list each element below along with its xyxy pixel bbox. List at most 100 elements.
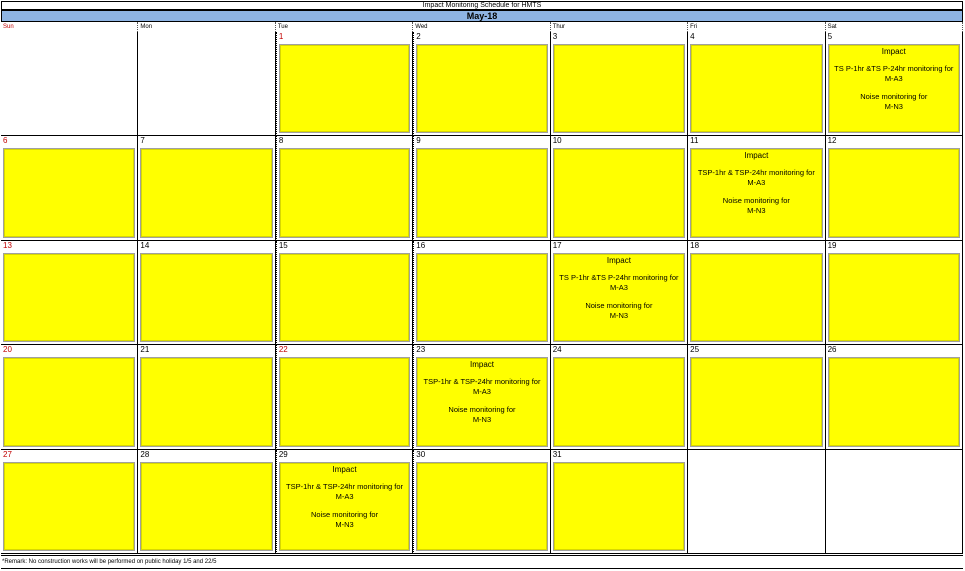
day-cell-22[interactable]: 22 bbox=[275, 345, 414, 450]
day-cell-10[interactable]: 10 bbox=[550, 136, 689, 241]
day-cell-14[interactable]: 14 bbox=[138, 240, 276, 346]
event-tsp-line: TS P-1hr &TS P-24hr monitoring for bbox=[834, 64, 954, 73]
monitoring-event-note: Impact TSP-1hr & TSP-24hr monitoring for M… bbox=[278, 461, 411, 551]
day-number: 11 bbox=[690, 136, 699, 146]
day-number: 10 bbox=[552, 136, 562, 146]
day-note-box bbox=[690, 44, 823, 134]
event-tsp-line: TSP-1hr & TSP-24hr monitoring for bbox=[286, 481, 404, 491]
day-note-box bbox=[827, 252, 960, 343]
day-cell-24[interactable]: 24 bbox=[550, 345, 689, 450]
day-cell-23[interactable]: 23 Impact TSP-1hr & TSP-24hr monitoring fo… bbox=[413, 345, 551, 450]
day-cell-6[interactable]: 6 bbox=[1, 136, 139, 241]
weekday-label-mon: Mon bbox=[138, 22, 276, 32]
day-note-box bbox=[416, 148, 548, 238]
empty-day-cell[interactable] bbox=[138, 32, 276, 137]
day-number: 30 bbox=[416, 449, 426, 459]
day-cell-27[interactable]: 27 bbox=[1, 449, 139, 554]
day-note-box bbox=[552, 357, 686, 447]
remark-footer: *Remark: No construction works will be p… bbox=[1, 555, 963, 569]
day-note-box bbox=[827, 357, 960, 447]
day-cell-1[interactable]: 1 bbox=[275, 32, 414, 137]
day-cell-7[interactable]: 7 bbox=[138, 136, 276, 241]
day-note-box bbox=[3, 461, 136, 551]
weekday-label-sun: Sun bbox=[1, 22, 139, 32]
day-cell-2[interactable]: 2 bbox=[413, 32, 551, 137]
day-cell-9[interactable]: 9 bbox=[413, 136, 551, 241]
day-number: 8 bbox=[278, 136, 284, 146]
day-note-box bbox=[552, 148, 686, 238]
weekday-label-fri: Fri bbox=[688, 22, 826, 32]
day-number: 15 bbox=[278, 240, 288, 250]
weekday-label-thur: Thur bbox=[551, 22, 689, 32]
day-cell-15[interactable]: 15 bbox=[275, 240, 414, 346]
day-cell-12[interactable]: 12 bbox=[825, 136, 963, 241]
day-cell-3[interactable]: 3 bbox=[550, 32, 689, 137]
monitoring-event-note: Impact TSP-1hr & TSP-24hr monitoring for M… bbox=[690, 148, 823, 238]
day-cell-28[interactable]: 28 bbox=[138, 449, 276, 554]
day-number: 26 bbox=[827, 345, 837, 355]
event-noise-line: Noise monitoring for bbox=[860, 92, 928, 101]
day-cell-5[interactable]: 5 Impact TS P-1hr &TS P-24hr monitoring fo… bbox=[825, 32, 963, 137]
day-cell-21[interactable]: 21 bbox=[138, 345, 276, 450]
day-note-box bbox=[140, 252, 273, 343]
day-number: 18 bbox=[690, 240, 700, 250]
day-cell-29[interactable]: 29 Impact TSP-1hr & TSP-24hr monitoring fo… bbox=[275, 449, 414, 554]
event-station-air: M-A3 bbox=[747, 178, 766, 188]
day-number: 5 bbox=[827, 32, 833, 41]
event-station-noise: M-N3 bbox=[609, 310, 629, 320]
monitoring-event-note: Impact TSP-1hr & TSP-24hr monitoring for M… bbox=[416, 357, 548, 447]
day-number: 6 bbox=[3, 136, 8, 146]
day-number: 31 bbox=[552, 449, 562, 459]
day-note-box bbox=[278, 44, 411, 134]
event-noise-line: Noise monitoring for bbox=[310, 509, 379, 519]
day-number: 21 bbox=[140, 345, 150, 355]
empty-day-cell[interactable] bbox=[1, 32, 139, 137]
event-tsp-line: TSP-1hr & TSP-24hr monitoring for bbox=[423, 377, 541, 387]
day-cell-20[interactable]: 20 bbox=[1, 345, 139, 450]
day-number: 29 bbox=[278, 449, 288, 459]
day-number: 12 bbox=[827, 136, 837, 146]
weekday-label-sat: Sat bbox=[826, 22, 963, 32]
day-number: 16 bbox=[416, 240, 426, 250]
event-title: Impact bbox=[881, 47, 906, 56]
day-note-box bbox=[278, 357, 411, 447]
day-number: 20 bbox=[3, 345, 12, 355]
day-note-box bbox=[416, 252, 548, 343]
day-cell-25[interactable]: 25 bbox=[688, 345, 826, 450]
empty-day-cell[interactable] bbox=[825, 449, 963, 554]
day-note-box bbox=[140, 357, 273, 447]
empty-day-cell[interactable] bbox=[688, 449, 826, 554]
day-number: 17 bbox=[552, 240, 562, 250]
event-title: Impact bbox=[469, 360, 494, 370]
calendar-grid: 1 2 3 4 5 Impact TS P-1hr &TS P-24hr monitorin… bbox=[1, 32, 963, 554]
day-cell-11[interactable]: 11 Impact TSP-1hr & TSP-24hr monitoring fo… bbox=[688, 136, 826, 241]
day-cell-16[interactable]: 16 bbox=[413, 240, 551, 346]
day-number: 4 bbox=[690, 32, 695, 41]
weekday-label-wed: Wed bbox=[413, 22, 551, 32]
day-cell-4[interactable]: 4 bbox=[688, 32, 826, 137]
day-note-box bbox=[416, 44, 548, 134]
day-note-box bbox=[690, 252, 823, 343]
event-noise-line: Noise monitoring for bbox=[722, 196, 790, 206]
day-number: 7 bbox=[140, 136, 145, 146]
event-title: Impact bbox=[744, 151, 769, 161]
event-noise-line: Noise monitoring for bbox=[448, 405, 516, 415]
day-note-box bbox=[552, 44, 686, 134]
day-cell-31[interactable]: 31 bbox=[550, 449, 689, 554]
day-note-box bbox=[3, 357, 136, 447]
day-cell-26[interactable]: 26 bbox=[825, 345, 963, 450]
day-number: 28 bbox=[140, 449, 150, 459]
day-cell-19[interactable]: 19 bbox=[825, 240, 963, 346]
day-cell-8[interactable]: 8 bbox=[275, 136, 414, 241]
event-station-noise: M-N3 bbox=[747, 206, 766, 216]
event-station-air: M-A3 bbox=[884, 74, 903, 83]
weekday-label-tue: Tue bbox=[276, 22, 414, 32]
event-title: Impact bbox=[606, 255, 631, 265]
day-cell-17[interactable]: 17 Impact TS P-1hr &TS P-24hr monitoring f… bbox=[550, 240, 689, 346]
event-tsp-line: TSP-1hr & TSP-24hr monitoring for bbox=[697, 168, 815, 178]
event-title: Impact bbox=[332, 464, 357, 474]
day-cell-18[interactable]: 18 bbox=[688, 240, 826, 346]
day-cell-13[interactable]: 13 bbox=[1, 240, 139, 346]
day-number: 19 bbox=[827, 240, 837, 250]
day-cell-30[interactable]: 30 bbox=[413, 449, 551, 554]
